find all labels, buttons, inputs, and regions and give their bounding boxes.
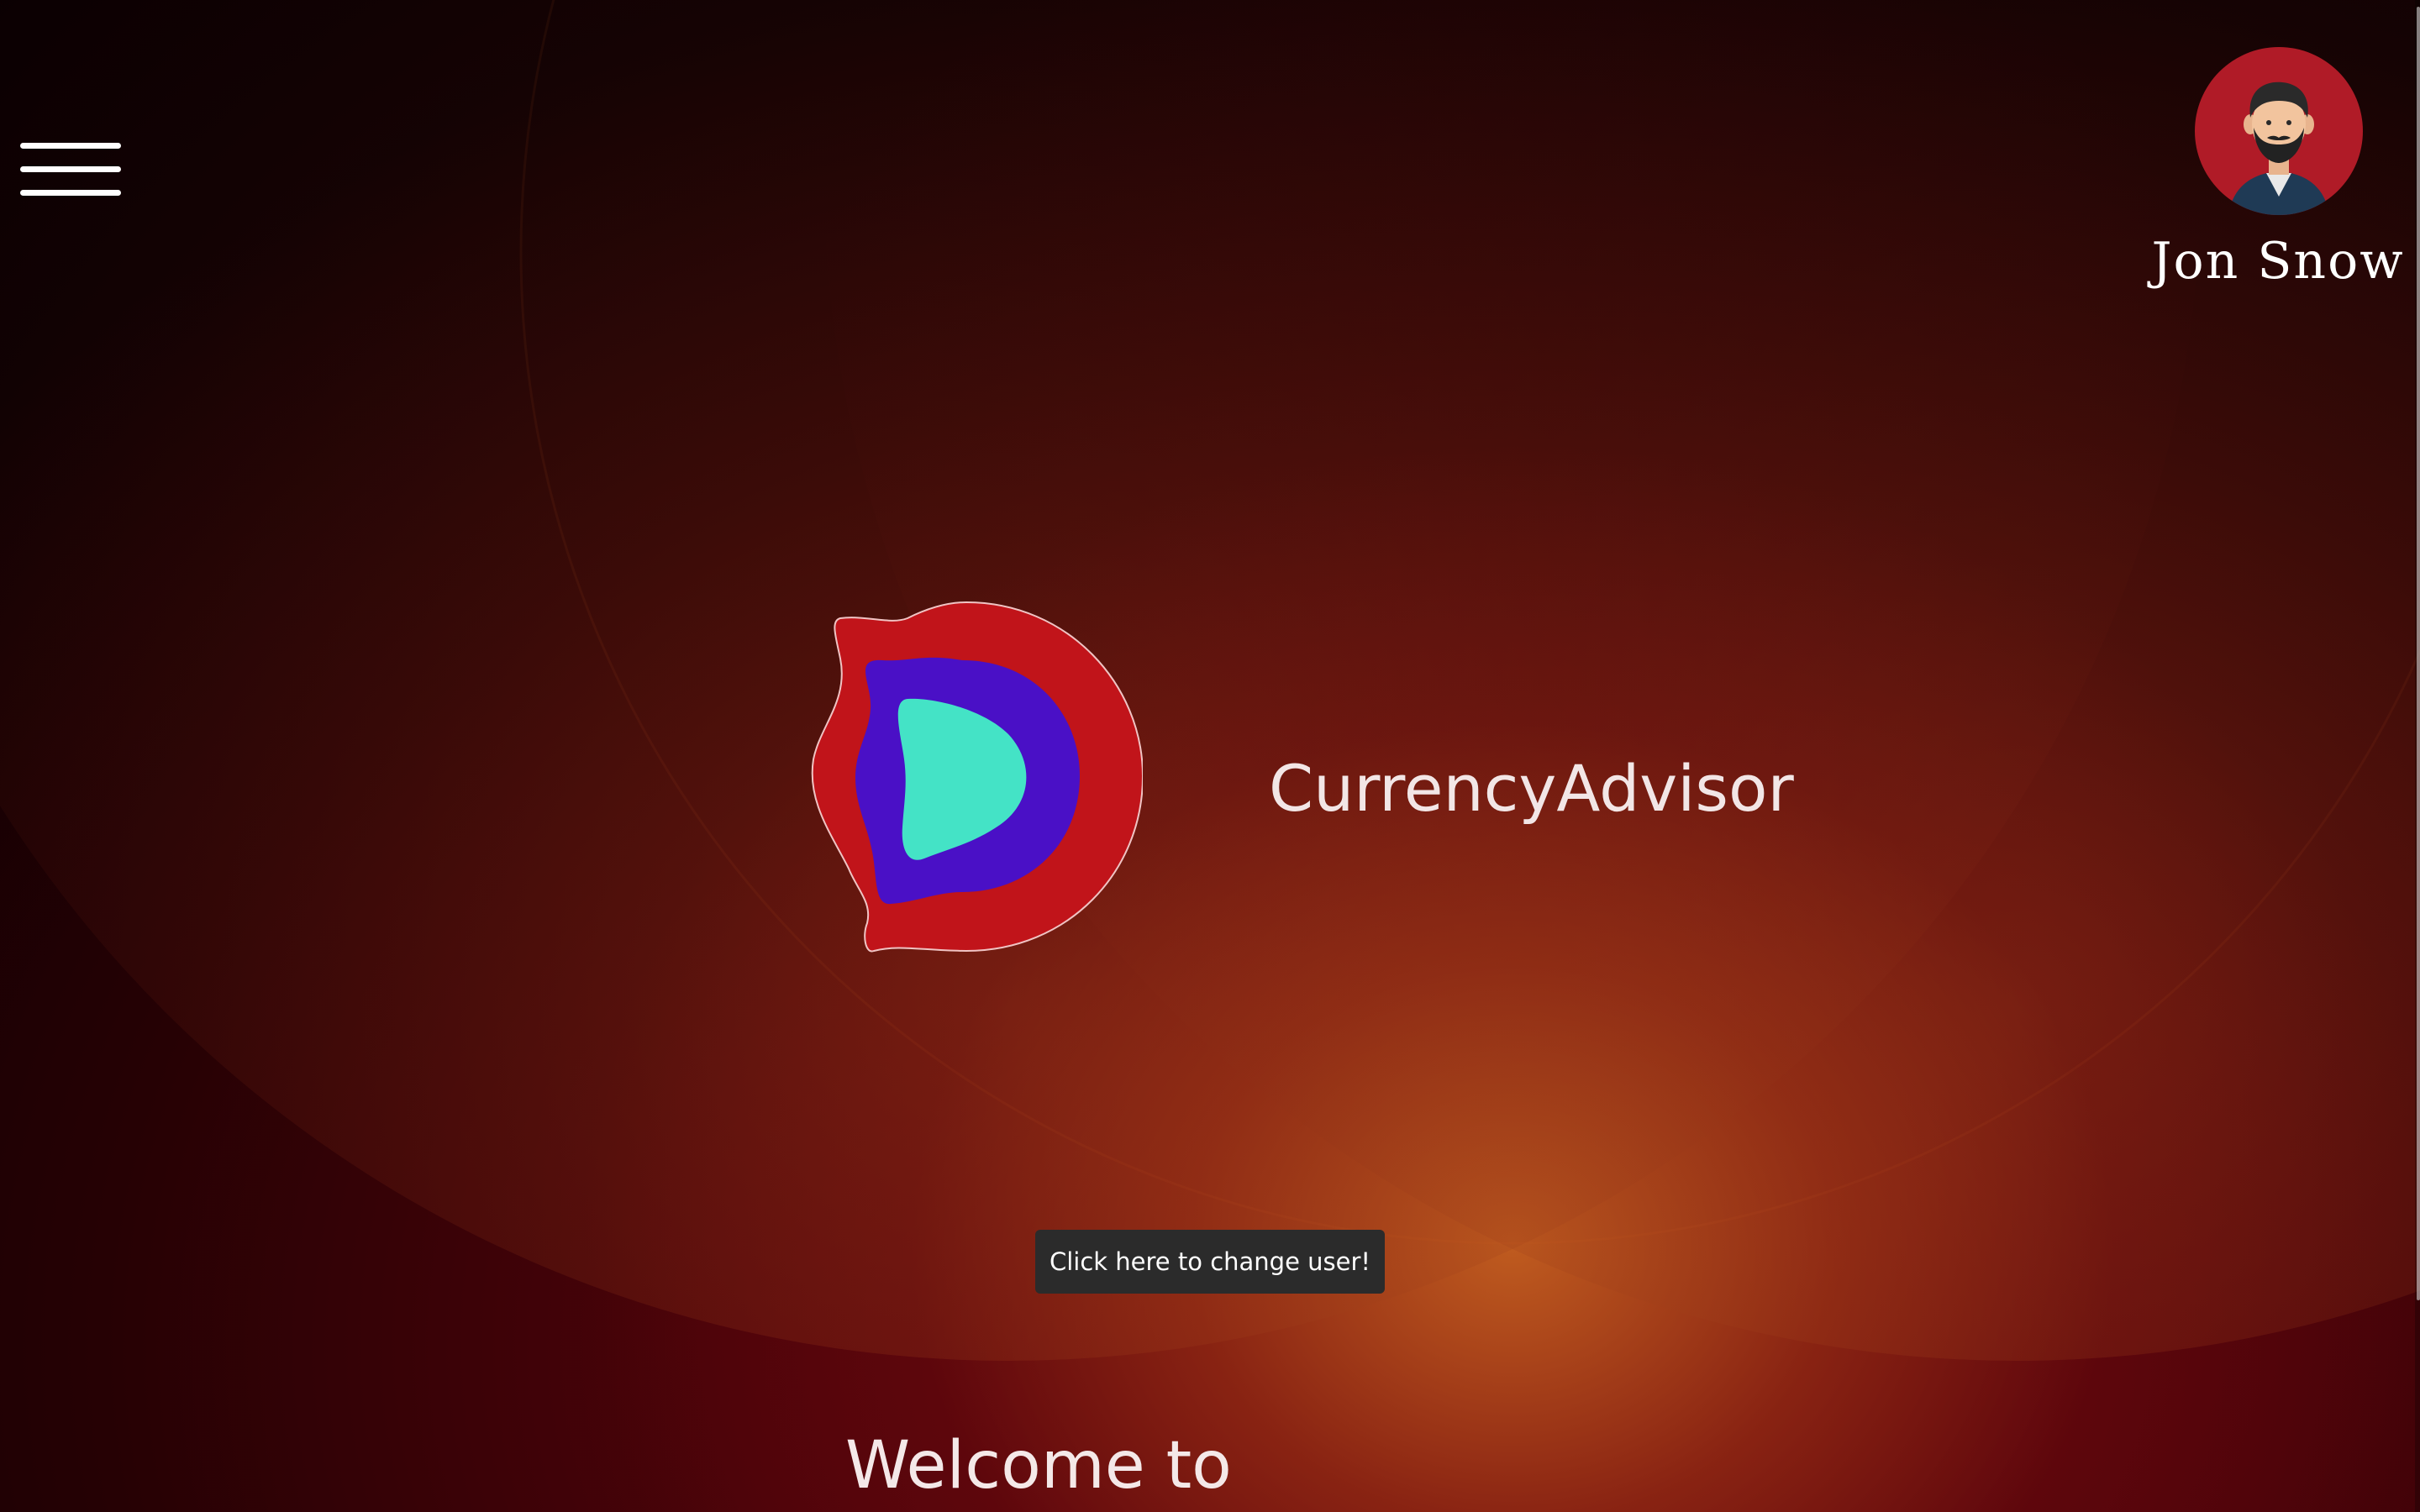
- currencyadvisor-logo: [811, 601, 1143, 953]
- hamburger-menu-icon: [20, 143, 121, 149]
- page-scrollbar[interactable]: [2415, 0, 2420, 1512]
- bearded-man-avatar-icon: [2228, 81, 2329, 215]
- user-name[interactable]: Jon Snow: [2146, 232, 2410, 291]
- welcome-heading: Welcome to: [845, 1428, 1232, 1504]
- avatar[interactable]: [2195, 47, 2363, 215]
- hamburger-menu-icon: [20, 166, 121, 172]
- app-title: CurrencyAdvisor: [1269, 751, 1794, 826]
- change-user-tooltip: Click here to change user!: [1035, 1230, 1385, 1294]
- menu-button[interactable]: [17, 138, 121, 205]
- user-profile[interactable]: Jon Snow: [2146, 45, 2410, 306]
- hamburger-menu-icon: [20, 190, 121, 196]
- scrollbar-thumb[interactable]: [2417, 7, 2420, 1300]
